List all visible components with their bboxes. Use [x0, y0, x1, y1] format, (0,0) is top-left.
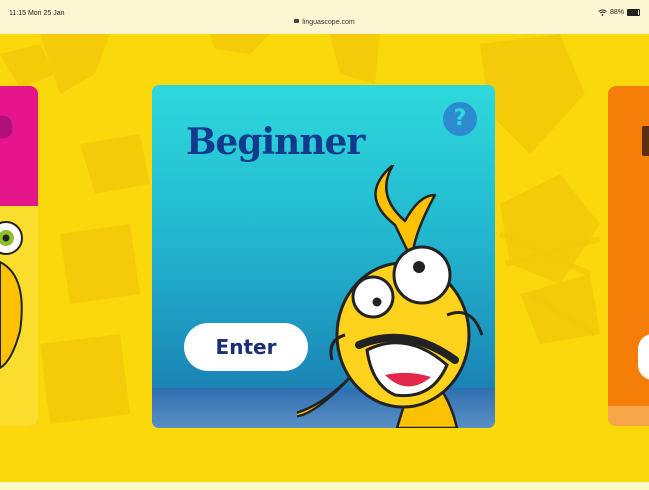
next-row-peek — [0, 482, 649, 490]
fish-mascot — [297, 165, 484, 428]
status-bar: 11:15 Mon 25 Jan linguascope.com 88% — [0, 0, 649, 34]
address-bar[interactable]: linguascope.com — [0, 19, 649, 26]
enter-button[interactable]: Enter — [184, 323, 308, 371]
url-text: linguascope.com — [302, 19, 355, 26]
battery-icon — [627, 9, 640, 16]
lock-icon — [294, 19, 300, 23]
next-level-card[interactable] — [608, 86, 649, 426]
previous-level-card[interactable] — [0, 86, 38, 426]
level-carousel[interactable]: Beginner ? Enter — [0, 34, 649, 490]
mascot-partial-left — [0, 115, 23, 370]
status-time: 11:15 Mon 25 Jan — [9, 10, 65, 17]
battery-percent: 88% — [609, 9, 624, 16]
status-indicators: 88% — [598, 9, 640, 16]
level-title: Beginner — [186, 121, 365, 163]
help-button[interactable]: ? — [443, 102, 477, 136]
beginner-level-card[interactable]: Beginner ? Enter — [152, 85, 495, 428]
wifi-icon — [598, 9, 607, 16]
